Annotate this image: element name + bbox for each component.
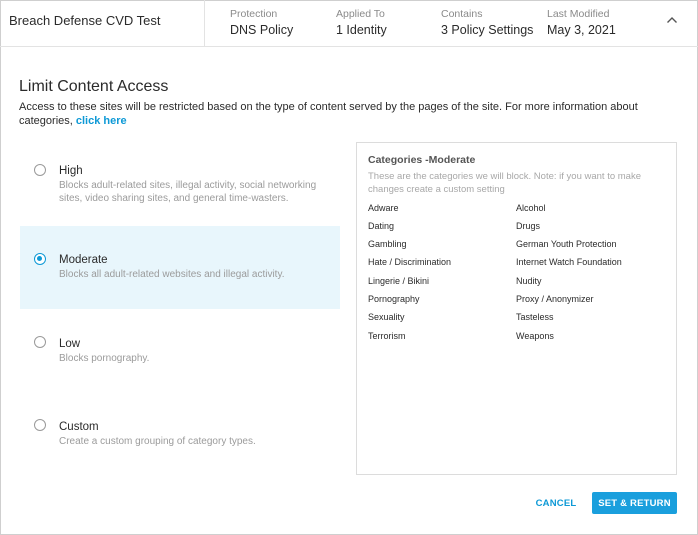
- option-title: Custom: [59, 421, 99, 433]
- radio-button[interactable]: [34, 419, 46, 431]
- option-description: Create a custom grouping of category typ…: [59, 436, 256, 447]
- category-item: Pornography: [368, 294, 420, 304]
- category-item: Terrorism: [368, 331, 406, 341]
- chevron-up-icon[interactable]: [665, 13, 679, 27]
- cancel-button[interactable]: CANCEL: [528, 492, 584, 514]
- radio-button[interactable]: [34, 253, 46, 265]
- option-title: High: [59, 165, 83, 177]
- meta-label: Protection: [230, 8, 278, 20]
- option-description: Blocks pornography.: [59, 353, 150, 364]
- panel-title: Categories -Moderate: [368, 154, 476, 166]
- category-item: Tasteless: [516, 312, 554, 322]
- option-title: Low: [59, 338, 81, 350]
- meta-value: 3 Policy Settings: [441, 23, 534, 37]
- meta-label: Contains: [441, 8, 483, 20]
- option-custom[interactable]: Custom Create a custom grouping of categ…: [20, 419, 340, 502]
- category-item: Lingerie / Bikini: [368, 276, 430, 286]
- option-low[interactable]: Low Blocks pornography.: [20, 336, 340, 419]
- meta-value: May 3, 2021: [547, 23, 616, 37]
- meta-protection: Protection DNS Policy: [230, 8, 293, 37]
- categories-info-link[interactable]: click here: [76, 115, 127, 127]
- meta-last-modified: Last Modified May 3, 2021: [547, 8, 616, 37]
- category-item: Adware: [368, 203, 399, 213]
- meta-contains: Contains 3 Policy Settings: [441, 8, 533, 37]
- category-item: Proxy / Anonymizer: [516, 294, 594, 304]
- category-item: Internet Watch Foundation: [516, 257, 622, 267]
- category-item: Nudity: [516, 276, 542, 286]
- category-item: Weapons: [516, 331, 554, 341]
- meta-value: 1 Identity: [336, 23, 387, 37]
- panel-note: These are the categories we will block. …: [368, 171, 641, 195]
- radio-button[interactable]: [34, 164, 46, 176]
- radio-button[interactable]: [34, 336, 46, 348]
- category-item: Dating: [368, 221, 395, 231]
- category-item: Hate / Discrimination: [368, 257, 452, 267]
- categories-panel: Categories -Moderate These are the categ…: [356, 142, 677, 475]
- meta-label: Last Modified: [547, 8, 610, 20]
- category-item: Drugs: [516, 221, 541, 231]
- category-item: German Youth Protection: [516, 239, 617, 249]
- section-title: Limit Content Access: [19, 78, 169, 95]
- option-moderate[interactable]: Moderate Blocks all adult-related websit…: [20, 226, 340, 309]
- category-item: Sexuality: [368, 312, 405, 322]
- section-description: Access to these sites will be restricted…: [19, 100, 684, 128]
- category-item: Alcohol: [516, 203, 546, 213]
- meta-value: DNS Policy: [230, 23, 294, 37]
- option-title: Moderate: [59, 254, 108, 266]
- policy-header[interactable]: Breach Defense CVD Test Protection DNS P…: [0, 0, 698, 47]
- option-description: Blocks all adult-related websites and il…: [59, 269, 285, 280]
- header-divider: [204, 0, 205, 47]
- category-item: Gambling: [368, 239, 407, 249]
- option-description: Blocks adult-related sites, illegal acti…: [59, 180, 317, 204]
- set-and-return-button[interactable]: SET & RETURN: [592, 492, 677, 514]
- meta-label: Applied To: [336, 8, 385, 20]
- meta-applied-to: Applied To 1 Identity: [336, 8, 387, 37]
- policy-name: Breach Defense CVD Test: [9, 13, 161, 28]
